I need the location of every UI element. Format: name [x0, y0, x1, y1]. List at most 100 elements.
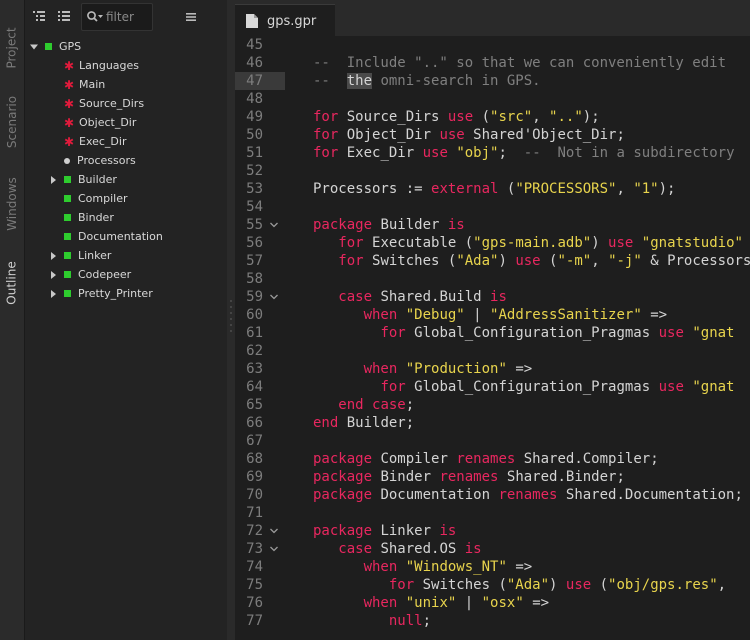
- attribute-icon: ✱: [64, 77, 75, 92]
- chevron-right-icon[interactable]: [48, 270, 58, 280]
- package-icon: [64, 214, 71, 221]
- code-line[interactable]: 48: [235, 90, 750, 108]
- code-line[interactable]: 55 package Builder is: [235, 216, 750, 234]
- code-line[interactable]: 57 for Switches ("Ada") use ("-m", "-j" …: [235, 252, 750, 270]
- code-line[interactable]: 70 package Documentation renames Shared.D…: [235, 486, 750, 504]
- code-line[interactable]: 67: [235, 432, 750, 450]
- tree-root-gps[interactable]: GPS: [29, 37, 81, 56]
- package-icon: [64, 233, 71, 240]
- code-text: for Switches ("Ada") use ("-m", "-j" & P…: [313, 252, 750, 270]
- code-line[interactable]: 64 for Global_Configuration_Pragmas use …: [235, 378, 750, 396]
- keyword: is: [490, 289, 507, 305]
- keyword: when: [363, 361, 398, 377]
- tree-item-processors[interactable]: Processors: [48, 151, 136, 170]
- chevron-right-icon[interactable]: [48, 175, 58, 185]
- code-line[interactable]: 74 when "Windows_NT" =>: [235, 558, 750, 576]
- code-line[interactable]: 69 package Binder renames Shared.Binder;: [235, 468, 750, 486]
- string-literal: "PROCESSORS": [515, 181, 617, 197]
- attribute-icon: ✱: [64, 58, 75, 73]
- line-number: 56: [246, 235, 263, 251]
- tree-item-binder[interactable]: Binder: [48, 208, 114, 227]
- keyword: package: [313, 487, 373, 503]
- tree-item-compiler[interactable]: Compiler: [48, 189, 128, 208]
- keyword: end: [313, 415, 339, 431]
- code-line[interactable]: 47 -- the omni-search in GPS.: [235, 72, 750, 90]
- tree-item-documentation[interactable]: Documentation: [48, 227, 163, 246]
- code-line[interactable]: 63 when "Production" =>: [235, 360, 750, 378]
- code-line[interactable]: 61 for Global_Configuration_Pragmas use …: [235, 324, 750, 342]
- code-line[interactable]: 68 package Compiler renames Shared.Compil…: [235, 450, 750, 468]
- code-line[interactable]: 49 for Source_Dirs use ("src", "..");: [235, 108, 750, 126]
- chevron-down-icon[interactable]: [29, 42, 39, 52]
- code-line[interactable]: 45: [235, 36, 750, 54]
- outline-menu-button[interactable]: [183, 9, 199, 25]
- tree-item-languages[interactable]: ✱ Languages: [48, 56, 139, 75]
- code-line[interactable]: 72 package Linker is: [235, 522, 750, 540]
- code-line[interactable]: 62: [235, 342, 750, 360]
- line-number: 62: [246, 343, 263, 359]
- line-number: 67: [246, 433, 263, 449]
- code-token: (: [540, 253, 558, 269]
- code-line[interactable]: 75 for Switches ("Ada") use ("obj/gps.re…: [235, 576, 750, 594]
- code-text: null;: [313, 612, 431, 630]
- string-literal: "gps-main.adb": [473, 235, 592, 251]
- code-token: (: [498, 181, 516, 197]
- code-line[interactable]: 66 end Builder;: [235, 414, 750, 432]
- tree-item-object-dir[interactable]: ✱ Object_Dir: [48, 113, 136, 132]
- keyword: is: [439, 523, 457, 539]
- code-line[interactable]: 60 when "Debug" | "AddressSanitizer" =>: [235, 306, 750, 324]
- code-line[interactable]: 71: [235, 504, 750, 522]
- tree-item-main[interactable]: ✱ Main: [48, 75, 105, 94]
- line-number: 51: [246, 145, 263, 161]
- tree-item-linker[interactable]: Linker: [48, 246, 111, 265]
- code-line[interactable]: 58: [235, 270, 750, 288]
- tab-outline[interactable]: Outline: [0, 254, 24, 312]
- line-number: 59: [246, 289, 263, 305]
- code-line[interactable]: 53 Processors := external ("PROCESSORS", …: [235, 180, 750, 198]
- line-number: 70: [246, 487, 263, 503]
- code-text: for Global_Configuration_Pragmas use "gn…: [313, 378, 734, 396]
- filter-input[interactable]: [106, 10, 146, 24]
- line-number: 77: [246, 613, 263, 629]
- code-line[interactable]: 51 for Exec_Dir use "obj"; -- Not in a su…: [235, 144, 750, 162]
- tree-item-pretty-printer[interactable]: Pretty_Printer: [48, 284, 153, 303]
- collapse-all-button[interactable]: [31, 9, 47, 25]
- code-token: Global_Configuration_Pragmas: [405, 325, 659, 341]
- code-line[interactable]: 52: [235, 162, 750, 180]
- chevron-right-icon[interactable]: [48, 251, 58, 261]
- code-token: =>: [523, 595, 550, 611]
- code-line[interactable]: 59 case Shared.Build is: [235, 288, 750, 306]
- tree-item-builder[interactable]: Builder: [48, 170, 117, 189]
- tree-item-label: Source_Dirs: [79, 97, 145, 110]
- tree-item-source-dirs[interactable]: ✱ Source_Dirs: [48, 94, 144, 113]
- tree-item-codepeer[interactable]: Codepeer: [48, 265, 131, 284]
- code-line[interactable]: 65 end case;: [235, 396, 750, 414]
- chevron-right-icon[interactable]: [48, 289, 58, 299]
- code-line[interactable]: 76 when "unix" | "osx" =>: [235, 594, 750, 612]
- code-line[interactable]: 56 for Executable ("gps-main.adb") use "…: [235, 234, 750, 252]
- expand-all-button[interactable]: [56, 9, 72, 25]
- code-line[interactable]: 46 -- Include ".." so that we can conveni…: [235, 54, 750, 72]
- code-line[interactable]: 50 for Object_Dir use Shared'Object_Dir;: [235, 126, 750, 144]
- line-number: 58: [246, 271, 263, 287]
- code-editor[interactable]: 45 46 -- Include ".." so that we can conve…: [235, 36, 750, 640]
- tree-item-label: Binder: [78, 211, 114, 224]
- code-line[interactable]: 54: [235, 198, 750, 216]
- code-line[interactable]: 77 null;: [235, 612, 750, 630]
- string-literal: "..": [549, 109, 583, 125]
- tab-windows[interactable]: Windows: [0, 172, 24, 236]
- tab-gps-gpr[interactable]: gps.gpr: [235, 4, 335, 37]
- tab-project[interactable]: Project: [0, 22, 24, 74]
- code-text: for Switches ("Ada") use ("obj/gps.res",: [313, 576, 726, 594]
- tab-scenario[interactable]: Scenario: [0, 90, 24, 154]
- code-line[interactable]: 73 case Shared.OS is: [235, 540, 750, 558]
- tree-item-exec-dir[interactable]: ✱ Exec_Dir: [48, 132, 127, 151]
- keyword: for: [313, 127, 339, 143]
- keyword: null: [388, 613, 423, 629]
- search-icon[interactable]: [86, 10, 104, 24]
